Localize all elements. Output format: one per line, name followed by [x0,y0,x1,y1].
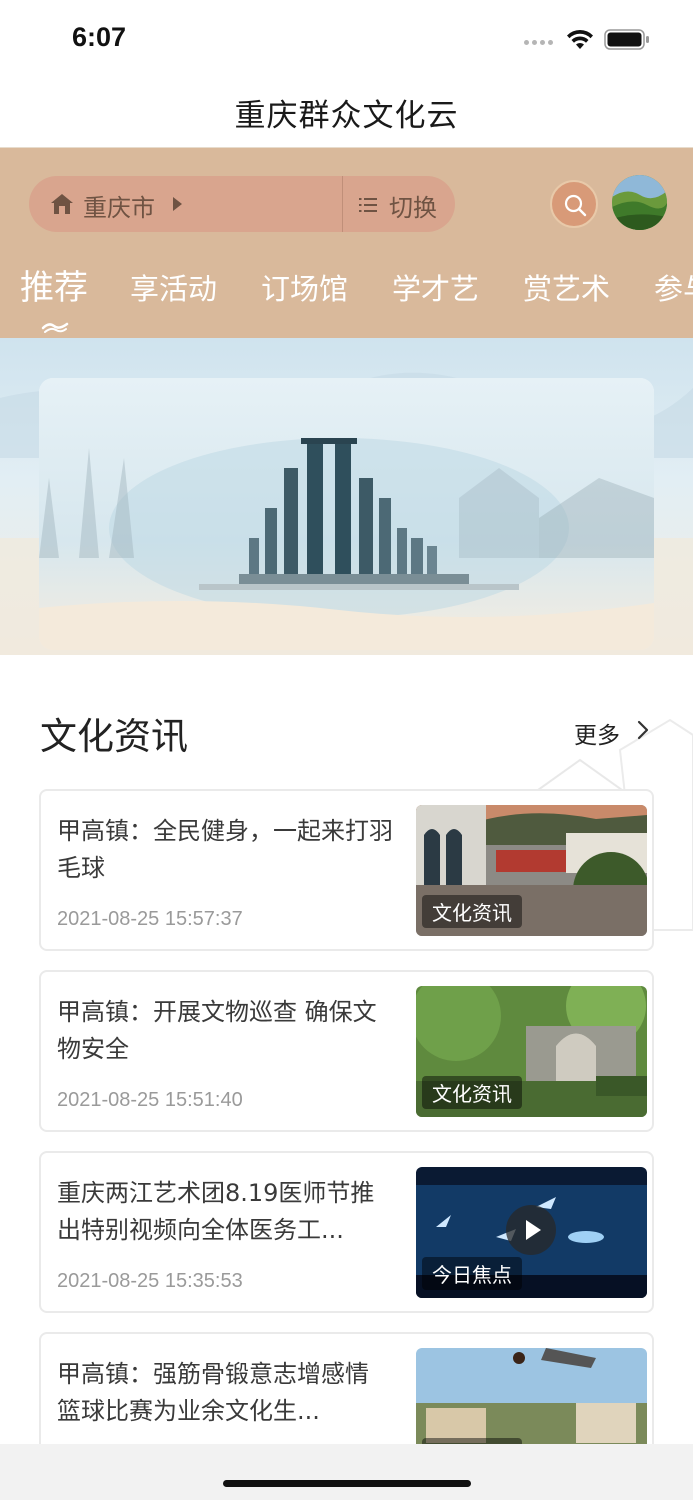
news-card[interactable]: 甲高镇：开展文物巡查 确保文物安全 2021-08-25 15:51:40 文化… [39,970,654,1132]
wifi-icon [567,29,593,49]
banner-slide[interactable] [39,378,654,650]
list-icon [359,198,377,212]
play-button[interactable] [506,1205,556,1255]
news-card[interactable]: 甲高镇：全民健身，一起来打羽毛球 2021-08-25 15:57:37 文化资… [39,789,654,951]
news-card[interactable]: 重庆两江艺术团8.19医师节推出特别视频向全体医务工... 2021-08-25… [39,1151,654,1313]
tab-learn[interactable]: 学才艺 [392,266,479,308]
search-icon [564,194,587,217]
city-name[interactable]: 重庆市 [83,188,155,223]
avatar-image [612,175,667,230]
banner-carousel[interactable] [0,338,693,655]
news-thumbnail[interactable]: 文化资讯 [416,805,647,936]
home-icon [51,194,73,214]
battery-icon [604,29,649,50]
news-title[interactable]: 甲高镇：全民健身，一起来打羽毛球 [57,813,397,887]
city-skyline-image [39,378,654,650]
tab-venues[interactable]: 订场馆 [261,266,348,308]
status-time: 6:07 [72,22,127,52]
signal-icon [524,40,553,45]
switch-button[interactable]: 切换 [389,188,437,223]
news-date: 2021-08-25 15:35:53 [57,1270,243,1292]
news-date: 2021-08-25 15:51:40 [57,1089,243,1111]
news-title[interactable]: 重庆两江艺术团8.19医师节推出特别视频向全体医务工... [57,1175,397,1249]
chevron-right-icon[interactable] [636,720,650,740]
news-thumbnail[interactable]: 今日焦点 [416,1167,647,1298]
news-date: 2021-08-25 15:57:37 [57,908,243,930]
more-link[interactable]: 更多 [574,716,620,750]
news-thumbnail[interactable]: 文化资讯 [416,986,647,1117]
caret-right-icon [173,197,182,211]
news-tag: 文化资讯 [422,895,522,928]
tab-activities[interactable]: 享活动 [130,266,217,308]
status-bar: 6:07 [0,0,693,76]
tab-participate[interactable]: 参与 [654,266,693,308]
news-title[interactable]: 甲高镇：开展文物巡查 确保文物安全 [57,994,397,1068]
section-title: 文化资讯 [40,715,188,758]
header: 重庆市 切换 推荐 享活动 订场馆 学才艺 赏艺术 参与 [0,148,693,338]
divider [342,176,343,232]
news-tag: 文化资讯 [422,1076,522,1109]
page-title: 重庆群众文化云 [234,98,459,134]
tab-art[interactable]: 赏艺术 [523,266,610,308]
category-tabs: 推荐 享活动 订场馆 学才艺 赏艺术 参与 [0,258,693,338]
tab-indicator-icon [41,322,69,333]
news-tag: 今日焦点 [422,1257,522,1290]
avatar[interactable] [612,175,667,230]
home-indicator-bar [0,1444,693,1500]
news-title[interactable]: 甲高镇：强筋骨锻意志增感情 篮球比赛为业余文化生... [57,1356,397,1430]
home-indicator[interactable] [223,1480,471,1487]
nav-bar: 重庆群众文化云 [0,76,693,148]
search-button[interactable] [550,180,598,228]
tab-recommend[interactable]: 推荐 [20,260,88,309]
city-selector[interactable]: 重庆市 切换 [29,176,455,232]
